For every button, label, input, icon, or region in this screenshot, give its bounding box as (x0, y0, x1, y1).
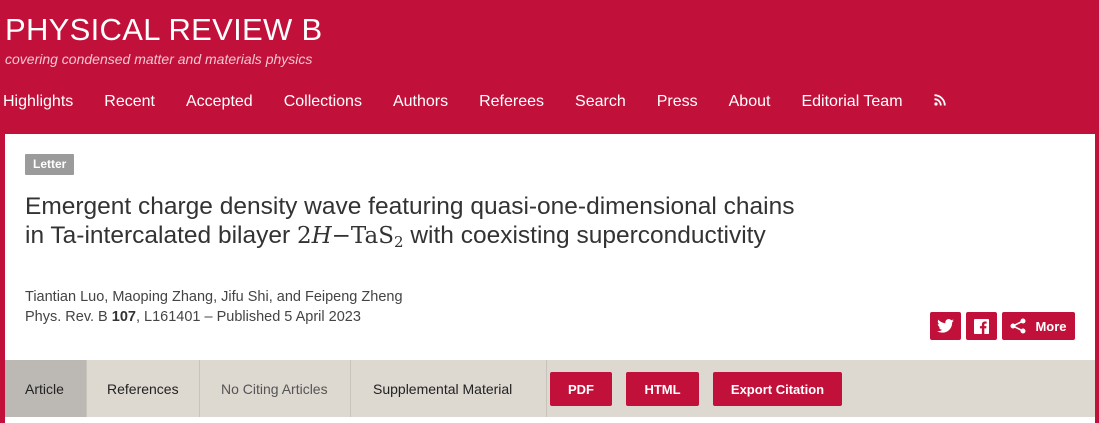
nav-authors[interactable]: Authors (393, 93, 448, 111)
tab-references[interactable]: References (87, 360, 200, 417)
pdf-button[interactable]: PDF (550, 372, 612, 406)
volume-number: 107 (111, 309, 136, 325)
article-title-tail: with coexisting superconductivity (410, 222, 766, 249)
citation-details: , L161401 – Published 5 April 2023 (135, 309, 361, 325)
more-share-button[interactable]: More (1002, 312, 1075, 340)
article-type-badge: Letter (25, 154, 75, 175)
author-list[interactable]: Tiantian Luo, Maoping Zhang, Jifu Shi, a… (25, 289, 403, 305)
export-citation-button[interactable]: Export Citation (713, 372, 842, 406)
main-nav: Highlights Recent Accepted Collections A… (3, 91, 946, 113)
share-icon (1010, 318, 1026, 334)
tab-article[interactable]: Article (5, 360, 87, 417)
nav-about[interactable]: About (729, 93, 771, 111)
nav-search[interactable]: Search (575, 93, 626, 111)
twitter-icon (937, 319, 954, 333)
nav-highlights[interactable]: Highlights (3, 93, 73, 111)
nav-accepted[interactable]: Accepted (186, 93, 253, 111)
rss-link[interactable] (933, 93, 946, 111)
twitter-share-button[interactable] (930, 312, 961, 340)
nav-referees[interactable]: Referees (479, 93, 544, 111)
journal-tagline: covering condensed matter and materials … (5, 51, 313, 67)
nav-collections[interactable]: Collections (284, 93, 362, 111)
nav-editorial-team[interactable]: Editorial Team (801, 93, 902, 111)
tab-citing-articles[interactable]: No Citing Articles (200, 360, 351, 417)
facebook-icon (974, 318, 989, 334)
facebook-share-button[interactable] (966, 312, 997, 340)
citation-line: Phys. Rev. B 107, L161401 – Published 5 … (25, 309, 361, 325)
nav-press[interactable]: Press (657, 93, 698, 111)
html-button[interactable]: HTML (626, 372, 699, 406)
rss-icon (933, 94, 946, 106)
article-card: Letter Emergent charge density wave feat… (5, 134, 1095, 423)
tab-supplemental-material[interactable]: Supplemental Material (351, 360, 547, 417)
chemical-formula: 2H−TaS2 (296, 223, 404, 251)
more-label: More (1035, 318, 1067, 334)
article-title: Emergent charge density wave featuring q… (25, 192, 805, 257)
nav-recent[interactable]: Recent (104, 93, 155, 111)
journal-title[interactable]: PHYSICAL REVIEW B (5, 12, 322, 48)
journal-abbreviation: Phys. Rev. B (25, 309, 108, 325)
